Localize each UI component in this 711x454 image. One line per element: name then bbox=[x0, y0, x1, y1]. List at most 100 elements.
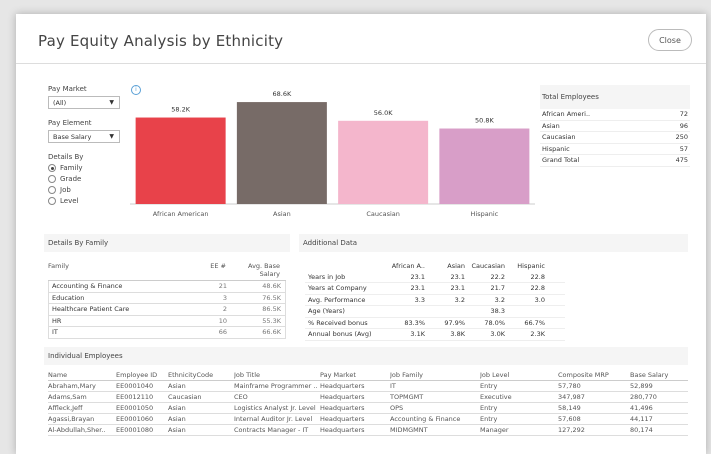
header-asian: Asian bbox=[447, 261, 465, 270]
table-cell: Healthcare Patient Care bbox=[52, 305, 130, 314]
bar-caucasian[interactable] bbox=[338, 120, 429, 204]
table-cell: 66.7% bbox=[524, 318, 545, 327]
total-row-label: African Ameri.. bbox=[542, 110, 591, 119]
table-cell: Al-Abdullah,Sher.. bbox=[48, 426, 106, 434]
radio-family[interactable]: Family bbox=[48, 164, 83, 172]
table-row[interactable]: Affleck,Jeff EE0001050 Asian Logistics Anal… bbox=[48, 403, 688, 414]
table-cell: Manager bbox=[480, 426, 509, 434]
table-cell: 347,987 bbox=[558, 393, 585, 401]
pay-element-value: Base Salary bbox=[53, 133, 92, 141]
table-cell: 78.0% bbox=[484, 318, 505, 327]
table-cell: 3.2 bbox=[454, 295, 465, 304]
table-cell: 58,149 bbox=[558, 404, 581, 412]
total-employees-panel: Total Employees African Ameri.. 72 Asian 96… bbox=[540, 85, 690, 167]
total-row-value: 250 bbox=[675, 133, 688, 142]
table-cell: 127,292 bbox=[558, 426, 585, 434]
table-cell: 22.8 bbox=[530, 284, 545, 293]
total-row: Hispanic 57 bbox=[540, 144, 690, 155]
radio-empty-icon bbox=[48, 186, 56, 194]
table-row[interactable]: Abraham,Mary EE0001040 Asian Mainframe Prog… bbox=[48, 381, 688, 392]
radio-label: Family bbox=[60, 164, 83, 172]
table-header: African A.. Asian Caucasian Hispanic bbox=[305, 260, 565, 272]
chevron-down-icon: ▼ bbox=[109, 99, 114, 106]
table-row: % Received bonus 83.3% 97.9% 78.0% 66.7% bbox=[305, 318, 565, 329]
column-header[interactable]: EthnicityCode bbox=[168, 371, 234, 379]
table-cell: 41,496 bbox=[630, 404, 653, 412]
table-cell: 66 bbox=[218, 328, 227, 337]
column-header[interactable]: Pay Market bbox=[320, 371, 390, 379]
header-african: African A.. bbox=[391, 261, 425, 270]
table-cell: Caucasian bbox=[168, 393, 202, 401]
table-cell: 3.2 bbox=[494, 295, 505, 304]
table-row[interactable]: Agassi,Brayan EE0001060 Asian Internal Audi… bbox=[48, 414, 688, 425]
bar-data-label: 58.2K bbox=[171, 106, 190, 114]
table-cell: MIDMGMNT bbox=[390, 426, 428, 434]
table-cell: 97.9% bbox=[444, 318, 465, 327]
radio-job[interactable]: Job bbox=[48, 186, 71, 194]
table-cell: 22.2 bbox=[490, 272, 505, 281]
column-header[interactable]: Job Title bbox=[234, 371, 320, 379]
table-cell: Years at Company bbox=[308, 284, 367, 293]
additional-panel-title: Additional Data bbox=[299, 234, 688, 252]
total-employees-title: Total Employees bbox=[540, 85, 690, 109]
table-cell: HR bbox=[52, 316, 62, 325]
x-tick-label: Asian bbox=[273, 210, 291, 218]
family-table: Family EE # Avg. Base Salary Accounting … bbox=[48, 262, 286, 339]
bar-hispanic[interactable] bbox=[439, 128, 530, 204]
table-row[interactable]: Education 3 76.5K bbox=[48, 292, 286, 304]
chevron-down-icon: ▼ bbox=[109, 133, 114, 140]
table-row[interactable]: Al-Abdullah,Sher.. EE0001080 Asian Contract… bbox=[48, 425, 688, 436]
table-cell: 3.1K bbox=[410, 330, 425, 339]
radio-level[interactable]: Level bbox=[48, 197, 78, 205]
pay-market-value: (All) bbox=[53, 99, 67, 107]
total-row-label: Asian bbox=[542, 121, 560, 130]
table-row[interactable]: HR 10 55.3K bbox=[48, 315, 286, 327]
table-cell: Logistics Analyst Jr. Level bbox=[234, 404, 316, 412]
pay-element-select[interactable]: Base Salary ▼ bbox=[48, 130, 120, 143]
table-cell: 21.7 bbox=[490, 284, 505, 293]
column-header[interactable]: Employee ID bbox=[116, 371, 168, 379]
info-icon[interactable]: i bbox=[131, 85, 141, 95]
bar-data-label: 50.8K bbox=[475, 117, 494, 125]
table-cell: Entry bbox=[480, 404, 498, 412]
ethnicity-bar-chart: 58.2K African American 68.6K Asian 56.0K Cauc… bbox=[130, 90, 535, 218]
header-caucasian: Caucasian bbox=[471, 261, 506, 270]
table-cell: Contracts Manager - IT bbox=[234, 426, 309, 434]
column-header[interactable]: Job Family bbox=[390, 371, 480, 379]
table-cell: 10 bbox=[218, 316, 227, 325]
table-cell: 48.6K bbox=[262, 282, 281, 291]
table-row[interactable]: Healthcare Patient Care 2 86.5K bbox=[48, 304, 286, 316]
table-cell: 2 bbox=[222, 305, 227, 314]
total-row: Caucasian 250 bbox=[540, 132, 690, 144]
column-header[interactable]: Job Level bbox=[480, 371, 558, 379]
column-header[interactable]: Name bbox=[48, 371, 116, 379]
table-cell: 23.1 bbox=[450, 284, 465, 293]
total-row-value: 96 bbox=[679, 121, 688, 130]
header-ee-count: EE # bbox=[210, 262, 226, 270]
bar-asian[interactable] bbox=[236, 102, 327, 204]
total-row: Asian 96 bbox=[540, 121, 690, 132]
pay-market-select[interactable]: (All) ▼ bbox=[48, 96, 120, 109]
table-row[interactable]: Accounting & Finance 21 48.6K bbox=[48, 281, 286, 293]
table-cell: 66.6K bbox=[262, 328, 281, 337]
table-cell: Adams,Sam bbox=[48, 393, 87, 401]
table-cell: IT bbox=[390, 382, 396, 390]
column-header[interactable]: Base Salary bbox=[630, 371, 688, 379]
table-cell: 80,174 bbox=[630, 426, 653, 434]
table-cell: 44,117 bbox=[630, 415, 653, 423]
close-button[interactable]: Close bbox=[648, 29, 692, 51]
table-cell: Asian bbox=[168, 426, 186, 434]
radio-selected-icon bbox=[48, 164, 56, 172]
table-cell: Education bbox=[52, 293, 85, 302]
table-cell: IT bbox=[52, 328, 58, 337]
total-row-label: Grand Total bbox=[542, 156, 580, 165]
header-family: Family bbox=[48, 262, 69, 270]
table-cell: 21 bbox=[218, 282, 227, 291]
x-tick-label: African American bbox=[153, 210, 209, 218]
table-row[interactable]: Adams,Sam EE0012110 Caucasian CEO Headquarte… bbox=[48, 392, 688, 403]
table-row[interactable]: IT 66 66.6K bbox=[48, 327, 286, 339]
bar-african-american[interactable] bbox=[135, 117, 226, 204]
radio-grade[interactable]: Grade bbox=[48, 175, 81, 183]
column-header[interactable]: Composite MRP bbox=[558, 371, 630, 379]
table-cell: 3.3 bbox=[414, 295, 425, 304]
